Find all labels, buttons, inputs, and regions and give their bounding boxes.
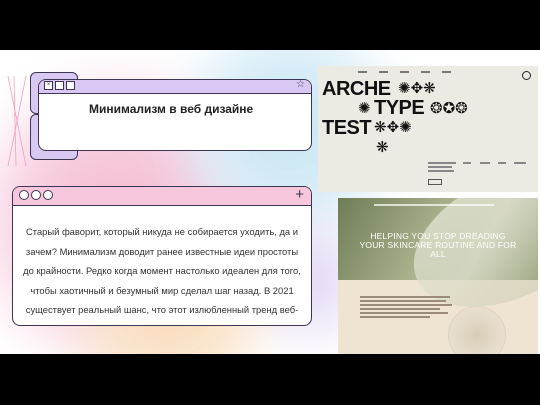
text-window: + Старый фаворит, который никуда не соби… <box>12 186 312 326</box>
circle-button[interactable] <box>43 190 53 200</box>
headline-line3: TEST <box>322 117 372 139</box>
title-window: × ☆ Минимализм в веб дизайне <box>38 79 312 151</box>
skincare-site-screenshot: HELPING YOU STOP DREADING YOUR SKINCARE … <box>338 198 538 354</box>
star-icon[interactable]: ☆ <box>296 80 305 90</box>
body-text: Старый фаворит, который никуда не собира… <box>23 226 301 325</box>
slide-title: Минимализм в веб дизайне <box>89 102 254 116</box>
ornament-icon: ❋✥✺ <box>374 119 412 136</box>
circle-button[interactable] <box>31 190 41 200</box>
hero-headline: HELPING YOU STOP DREADING YOUR SKINCARE … <box>359 231 517 259</box>
window-controls: × <box>44 81 75 90</box>
circle-button[interactable] <box>19 190 29 200</box>
cta-button[interactable] <box>428 179 442 185</box>
decorative-lines <box>7 76 27 166</box>
ornament-icon: ❂✪❂ <box>430 100 468 117</box>
slide: × ☆ Минимализм в веб дизайне + Старый фа… <box>0 50 540 354</box>
logo-icon <box>522 71 531 80</box>
archetype-test-screenshot: ARCHE ✺✥❋ ✺ TYPE ❂✪❂ TEST ❋✥✺ ❋ <box>318 66 538 192</box>
product-image <box>448 306 506 354</box>
nav-links <box>358 71 451 73</box>
minimize-icon[interactable] <box>55 81 64 90</box>
ornament-icon: ❋ <box>376 139 389 156</box>
window-controls <box>19 190 53 200</box>
headline-line2: TYPE <box>374 97 425 119</box>
maximize-icon[interactable] <box>66 81 75 90</box>
close-icon[interactable]: × <box>44 81 53 90</box>
ornament-icon: ✺ <box>358 100 371 117</box>
plus-icon[interactable]: + <box>295 187 304 203</box>
title-window-bar: × ☆ <box>39 80 311 94</box>
headline-line1: ARCHE <box>322 78 391 100</box>
text-window-bar: + <box>13 187 311 206</box>
ornament-icon: ✺✥❋ <box>398 80 436 97</box>
